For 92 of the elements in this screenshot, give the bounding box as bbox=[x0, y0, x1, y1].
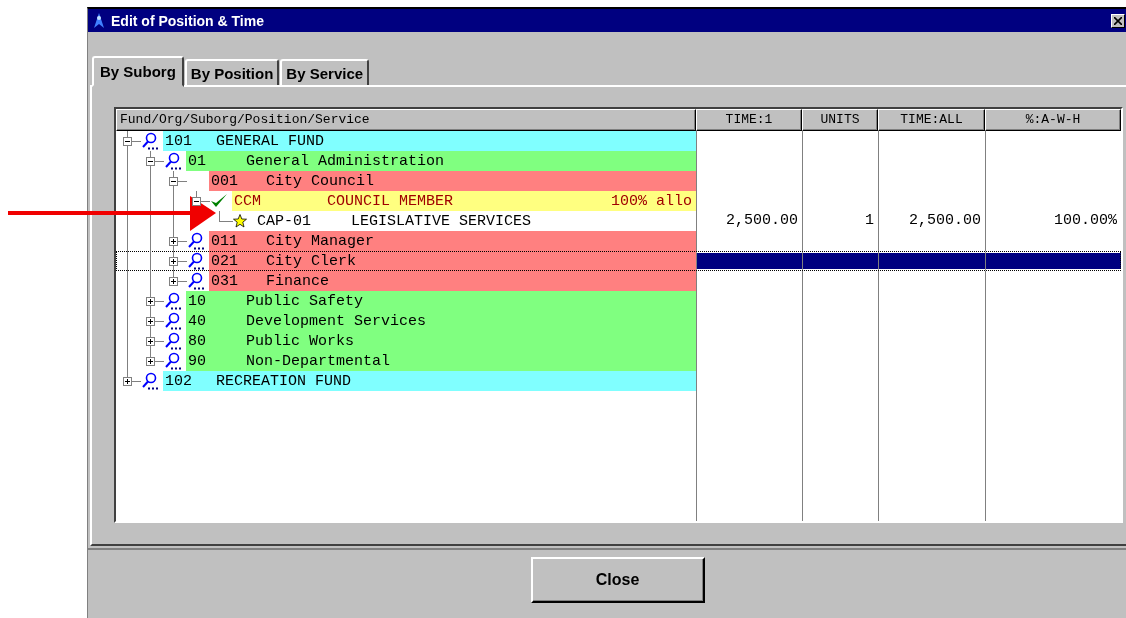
tree-node-bar[interactable]: 40 Development Services bbox=[186, 311, 696, 331]
magnifier-icon bbox=[164, 312, 182, 330]
node-code: 80 bbox=[187, 332, 207, 350]
node-name: LEGISLATIVE SERVICES bbox=[351, 212, 532, 230]
app-icon bbox=[92, 12, 106, 29]
table-row[interactable]: CCM COUNCIL MEMBER 100% allo bbox=[116, 191, 1121, 211]
table-row[interactable]: 90 Non-Departmental bbox=[116, 351, 1121, 371]
tree-node-bar[interactable]: 10 Public Safety bbox=[186, 291, 696, 311]
node-name: RECREATION FUND bbox=[216, 372, 352, 390]
node-code: 01 bbox=[187, 152, 207, 170]
table-row[interactable]: 80 Public Works bbox=[116, 331, 1121, 351]
table-cell: 2,500.00 bbox=[909, 212, 981, 229]
tree-node-bar[interactable]: 101 GENERAL FUND bbox=[163, 131, 696, 151]
node-name: Development Services bbox=[246, 312, 427, 330]
column-header[interactable]: %:A-W-H bbox=[985, 109, 1121, 131]
node-code: CAP-01 bbox=[256, 212, 312, 230]
tree-node-bar[interactable]: 01 General Administration bbox=[186, 151, 696, 171]
tree-node-bar[interactable]: 031 Finance bbox=[209, 271, 696, 291]
table-cell: 2,500.00 bbox=[726, 212, 798, 229]
node-name: City Manager bbox=[266, 232, 375, 250]
column-header[interactable]: Fund/Org/Suborg/Position/Service bbox=[116, 109, 696, 131]
node-code: 001 bbox=[210, 172, 239, 190]
node-name: Public Works bbox=[246, 332, 355, 350]
expand-icon[interactable] bbox=[123, 377, 132, 386]
expand-icon[interactable] bbox=[146, 317, 155, 326]
tree-node-bar[interactable]: 001 City Council bbox=[209, 171, 696, 191]
table-row[interactable]: 031 Finance bbox=[116, 271, 1121, 291]
node-code: 031 bbox=[210, 272, 239, 290]
magnifier-icon bbox=[164, 332, 182, 350]
column-header[interactable]: UNITS bbox=[802, 109, 878, 131]
node-name: City Clerk bbox=[266, 252, 356, 270]
node-code: CCM bbox=[233, 192, 262, 210]
node-name: City Council bbox=[266, 172, 375, 190]
table-cell: 1 bbox=[865, 212, 874, 229]
magnifier-icon bbox=[187, 252, 205, 270]
expand-icon[interactable] bbox=[169, 277, 178, 286]
node-code: 021 bbox=[210, 252, 239, 270]
magnifier-icon bbox=[141, 132, 159, 150]
column-header[interactable]: TIME:ALL bbox=[878, 109, 985, 131]
magnifier-icon bbox=[164, 352, 182, 370]
close-button[interactable] bbox=[1111, 13, 1125, 28]
magnifier-icon bbox=[164, 292, 182, 310]
collapse-icon[interactable] bbox=[192, 197, 201, 206]
tree-node-bar[interactable]: 90 Non-Departmental bbox=[186, 351, 696, 371]
tab[interactable]: By Service bbox=[280, 59, 370, 85]
tree-node-bar[interactable]: CCM COUNCIL MEMBER 100% allo bbox=[232, 191, 696, 211]
expand-icon[interactable] bbox=[169, 237, 178, 246]
table-row[interactable]: 001 City Council bbox=[116, 171, 1121, 191]
magnifier-icon bbox=[187, 232, 205, 250]
check-icon bbox=[210, 193, 228, 209]
tab[interactable]: By Suborg bbox=[92, 56, 184, 87]
node-name: Non-Departmental bbox=[246, 352, 391, 370]
node-code: 40 bbox=[187, 312, 207, 330]
node-code: 011 bbox=[210, 232, 239, 250]
node-code: 101 bbox=[164, 132, 193, 150]
tree-node-bar[interactable]: 102 RECREATION FUND bbox=[163, 371, 696, 391]
node-name: GENERAL FUND bbox=[216, 132, 325, 150]
magnifier-icon bbox=[141, 372, 159, 390]
close-dialog-button[interactable]: Close bbox=[530, 557, 705, 603]
table-row[interactable]: 40 Development Services bbox=[116, 311, 1121, 331]
expand-icon[interactable] bbox=[169, 257, 178, 266]
table-row[interactable]: 101 GENERAL FUND bbox=[116, 131, 1121, 151]
node-name: Public Safety bbox=[246, 292, 364, 310]
table-cell: 100.00% bbox=[1054, 212, 1117, 229]
collapse-icon[interactable] bbox=[123, 137, 132, 146]
close-icon bbox=[1114, 16, 1122, 25]
node-name: General Administration bbox=[246, 152, 445, 170]
column-header[interactable]: TIME:1 bbox=[696, 109, 802, 131]
table-row[interactable]: 10 Public Safety bbox=[116, 291, 1121, 311]
node-name: Finance bbox=[266, 272, 329, 290]
tree-node-bar[interactable]: 80 Public Works bbox=[186, 331, 696, 351]
tab[interactable]: By Position bbox=[184, 59, 280, 85]
star-icon bbox=[233, 214, 247, 228]
magnifier-icon bbox=[164, 152, 182, 170]
expand-icon[interactable] bbox=[146, 337, 155, 346]
node-code: 10 bbox=[187, 292, 207, 310]
tree-node-bar[interactable]: 021 City Clerk bbox=[209, 251, 696, 271]
magnifier-icon bbox=[187, 272, 205, 290]
collapse-icon[interactable] bbox=[146, 157, 155, 166]
table-row[interactable]: 102 RECREATION FUND bbox=[116, 371, 1121, 391]
node-code: 90 bbox=[187, 352, 207, 370]
table-row[interactable]: 01 General Administration bbox=[116, 151, 1121, 171]
allocation-note: 100% allo bbox=[611, 192, 693, 210]
collapse-icon[interactable] bbox=[169, 177, 178, 186]
table-row[interactable]: 011 City Manager bbox=[116, 231, 1121, 251]
expand-icon[interactable] bbox=[146, 297, 155, 306]
node-code: 102 bbox=[164, 372, 193, 390]
tree-node-bar[interactable]: 011 City Manager bbox=[209, 231, 696, 251]
node-name: COUNCIL MEMBER bbox=[327, 192, 454, 210]
table-row[interactable]: 021 City Clerk bbox=[116, 251, 1121, 271]
expand-icon[interactable] bbox=[146, 357, 155, 366]
window-title: Edit of Position & Time bbox=[111, 12, 264, 29]
